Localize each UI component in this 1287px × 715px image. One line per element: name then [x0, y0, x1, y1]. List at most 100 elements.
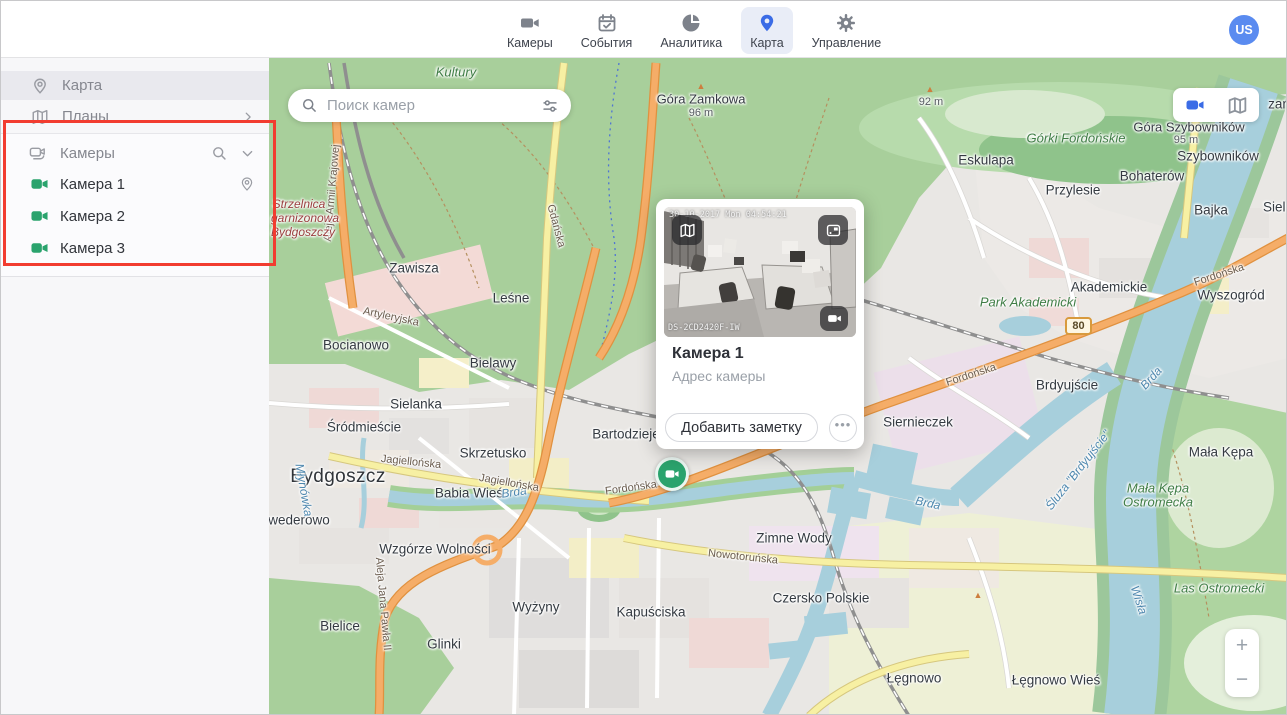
tab-events[interactable]: События	[572, 7, 642, 54]
chevron-down-icon[interactable]	[240, 146, 255, 161]
camera-list-item-3[interactable]: Камера 3	[1, 232, 269, 264]
map-label: Park Akademicki	[980, 295, 1076, 310]
camera-name: Камера 3	[60, 240, 125, 257]
map-label: Eskulapa	[958, 153, 1014, 168]
camera-search-bar[interactable]	[288, 89, 571, 122]
map-label: Łęgnowo Wieś	[1012, 673, 1101, 688]
map-label: Zawisza	[389, 261, 439, 276]
map-label: Bielawy	[470, 356, 517, 371]
add-note-button[interactable]: Добавить заметку	[665, 413, 818, 442]
map-label: Siernieczek	[883, 415, 953, 430]
tab-analytics[interactable]: Аналитика	[651, 7, 731, 54]
camera-name: Камера 2	[60, 208, 125, 225]
layer-cameras-button[interactable]	[1173, 88, 1216, 122]
map-label: Las Ostromecki	[1174, 581, 1264, 596]
map-label: Leśne	[493, 291, 530, 306]
map-label: 95 m	[1174, 134, 1198, 146]
popup-camera-address: Адрес камеры	[672, 368, 765, 384]
camera-thumbnail[interactable]: 30-10-2017 Mon 04:54:21 DS-2CD2420F-IW	[664, 207, 856, 337]
sidebar-item-label: Карта	[62, 77, 255, 94]
sidebar-item-label: Планы	[62, 108, 228, 125]
search-icon[interactable]	[211, 145, 228, 162]
map-label: Szybowników	[1177, 149, 1259, 164]
plan-map-icon	[679, 222, 696, 239]
map-label: Wzgórze Wolności	[379, 542, 491, 557]
map-label: Bartodzieje	[592, 427, 660, 442]
main-tabs: Камеры События Аналитика Карта Управлени…	[498, 7, 890, 54]
map-label: wederowo	[269, 513, 330, 528]
map-label: Bohaterów	[1120, 169, 1185, 184]
map-label: ▲	[974, 590, 983, 600]
map-label: Ostromecka	[1123, 495, 1193, 510]
user-avatar[interactable]: US	[1229, 15, 1259, 45]
open-video-button[interactable]	[820, 306, 848, 331]
more-actions-button[interactable]: •••	[829, 414, 857, 442]
open-in-window-button[interactable]	[818, 215, 848, 245]
camera-status-icon	[31, 210, 48, 222]
map-label: zań	[1268, 97, 1287, 112]
map-canvas[interactable]: BydgoszczZawiszaLeśneBocianowoBielawySie…	[269, 58, 1287, 715]
tab-label: Карта	[750, 36, 783, 50]
map-label: Akademickie	[1071, 280, 1148, 295]
tab-map[interactable]: Карта	[741, 7, 792, 54]
map-label: ▲	[697, 81, 706, 91]
video-camera-icon	[827, 311, 842, 326]
top-navigation-bar: Камеры События Аналитика Карта Управлени…	[1, 1, 1286, 58]
camera-marker-icon	[664, 466, 680, 482]
map-label: Wyszogród	[1197, 288, 1264, 303]
road-shield-80: 80	[1065, 317, 1092, 335]
cameras-section: Камеры Камера 1 Камера 2 Камера 3	[1, 133, 269, 277]
map-label: Łęgnowo	[887, 671, 942, 686]
sidebar-item-plans[interactable]: Планы	[1, 102, 269, 131]
map-label: Babia Wieś	[435, 486, 503, 501]
tab-label: Аналитика	[660, 36, 722, 50]
cameras-section-header[interactable]: Камеры	[1, 138, 269, 168]
map-label: Mała Kępa	[1127, 481, 1189, 496]
layer-map-button[interactable]	[1216, 88, 1259, 122]
camera-map-marker[interactable]	[655, 457, 689, 491]
camera-list-item-1[interactable]: Камера 1	[1, 168, 269, 200]
show-on-plan-button[interactable]	[672, 215, 702, 245]
map-label: Mała Kępa	[1189, 445, 1254, 460]
map-label: Bydgoszczy	[271, 225, 335, 239]
chevron-right-icon	[241, 110, 255, 124]
cameras-group-icon	[29, 144, 48, 163]
map-label: Brdyujście	[1036, 378, 1098, 393]
map-label: Bajka	[1194, 203, 1228, 218]
osd-camera-model: DS-2CD2420F-IW	[668, 323, 740, 333]
camera-list-item-2[interactable]: Камера 2	[1, 200, 269, 232]
camera-status-icon	[31, 242, 48, 254]
tab-label: Камеры	[507, 36, 553, 50]
camera-layer-icon	[1185, 95, 1205, 115]
location-pin-icon	[31, 77, 49, 95]
left-sidebar: Карта Планы Камеры Камера 1 Камера 2	[1, 58, 269, 714]
map-label: Wyżyny	[512, 600, 559, 615]
map-label: garnizonowa	[271, 211, 339, 225]
sidebar-item-map[interactable]: Карта	[1, 71, 269, 100]
map-label: Górki Fordońskie	[1027, 131, 1126, 146]
gear-icon	[836, 13, 856, 33]
map-label: Sielsk	[1263, 200, 1287, 215]
map-label: Kapuściska	[616, 605, 685, 620]
popup-camera-name: Камера 1	[672, 345, 744, 363]
zoom-out-button[interactable]: −	[1225, 663, 1259, 697]
show-on-map-pin-icon[interactable]	[239, 176, 255, 192]
tab-cameras[interactable]: Камеры	[498, 7, 562, 54]
app-window: BydgoszczZawiszaLeśneBocianowoBielawySie…	[0, 0, 1287, 715]
zoom-in-button[interactable]: +	[1225, 629, 1259, 663]
search-input[interactable]	[327, 97, 532, 114]
map-layer-switcher	[1173, 88, 1259, 122]
location-pin-icon	[757, 13, 777, 33]
calendar-check-icon	[597, 13, 617, 33]
camera-name: Камера 1	[60, 176, 125, 193]
cameras-section-title: Камеры	[60, 145, 199, 162]
filter-icon[interactable]	[541, 97, 559, 115]
tab-management[interactable]: Управление	[803, 7, 891, 54]
camera-status-icon	[31, 178, 48, 190]
map-label: Śródmieście	[327, 420, 401, 435]
map-label: Kultury	[436, 65, 476, 80]
map-label: Czersko Polskie	[773, 591, 870, 606]
tab-label: События	[581, 36, 633, 50]
tab-label: Управление	[812, 36, 882, 50]
map-label: 96 m	[689, 107, 713, 119]
